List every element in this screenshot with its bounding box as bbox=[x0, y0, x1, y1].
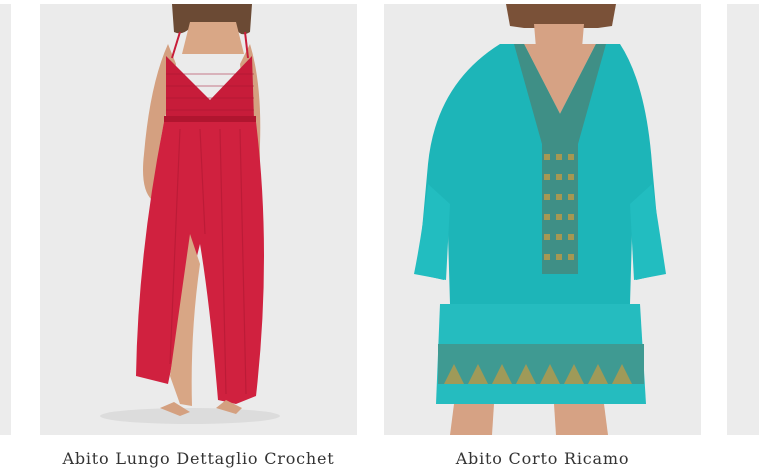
product-card-partial-right[interactable] bbox=[727, 4, 759, 435]
red-dress-illustration bbox=[40, 4, 357, 435]
product-image[interactable] bbox=[384, 4, 701, 435]
product-card-partial-left[interactable] bbox=[0, 4, 11, 435]
product-carousel: Abito Lungo Dettaglio Crochet Abito Cort… bbox=[0, 0, 759, 472]
product-card[interactable]: Abito Corto Ricamo bbox=[384, 4, 701, 468]
product-name[interactable]: Abito Corto Ricamo bbox=[384, 449, 701, 468]
product-card[interactable]: Abito Lungo Dettaglio Crochet bbox=[40, 4, 357, 468]
product-name[interactable]: Abito Lungo Dettaglio Crochet bbox=[40, 449, 357, 468]
product-image[interactable] bbox=[40, 4, 357, 435]
turquoise-dress-illustration bbox=[384, 4, 701, 435]
